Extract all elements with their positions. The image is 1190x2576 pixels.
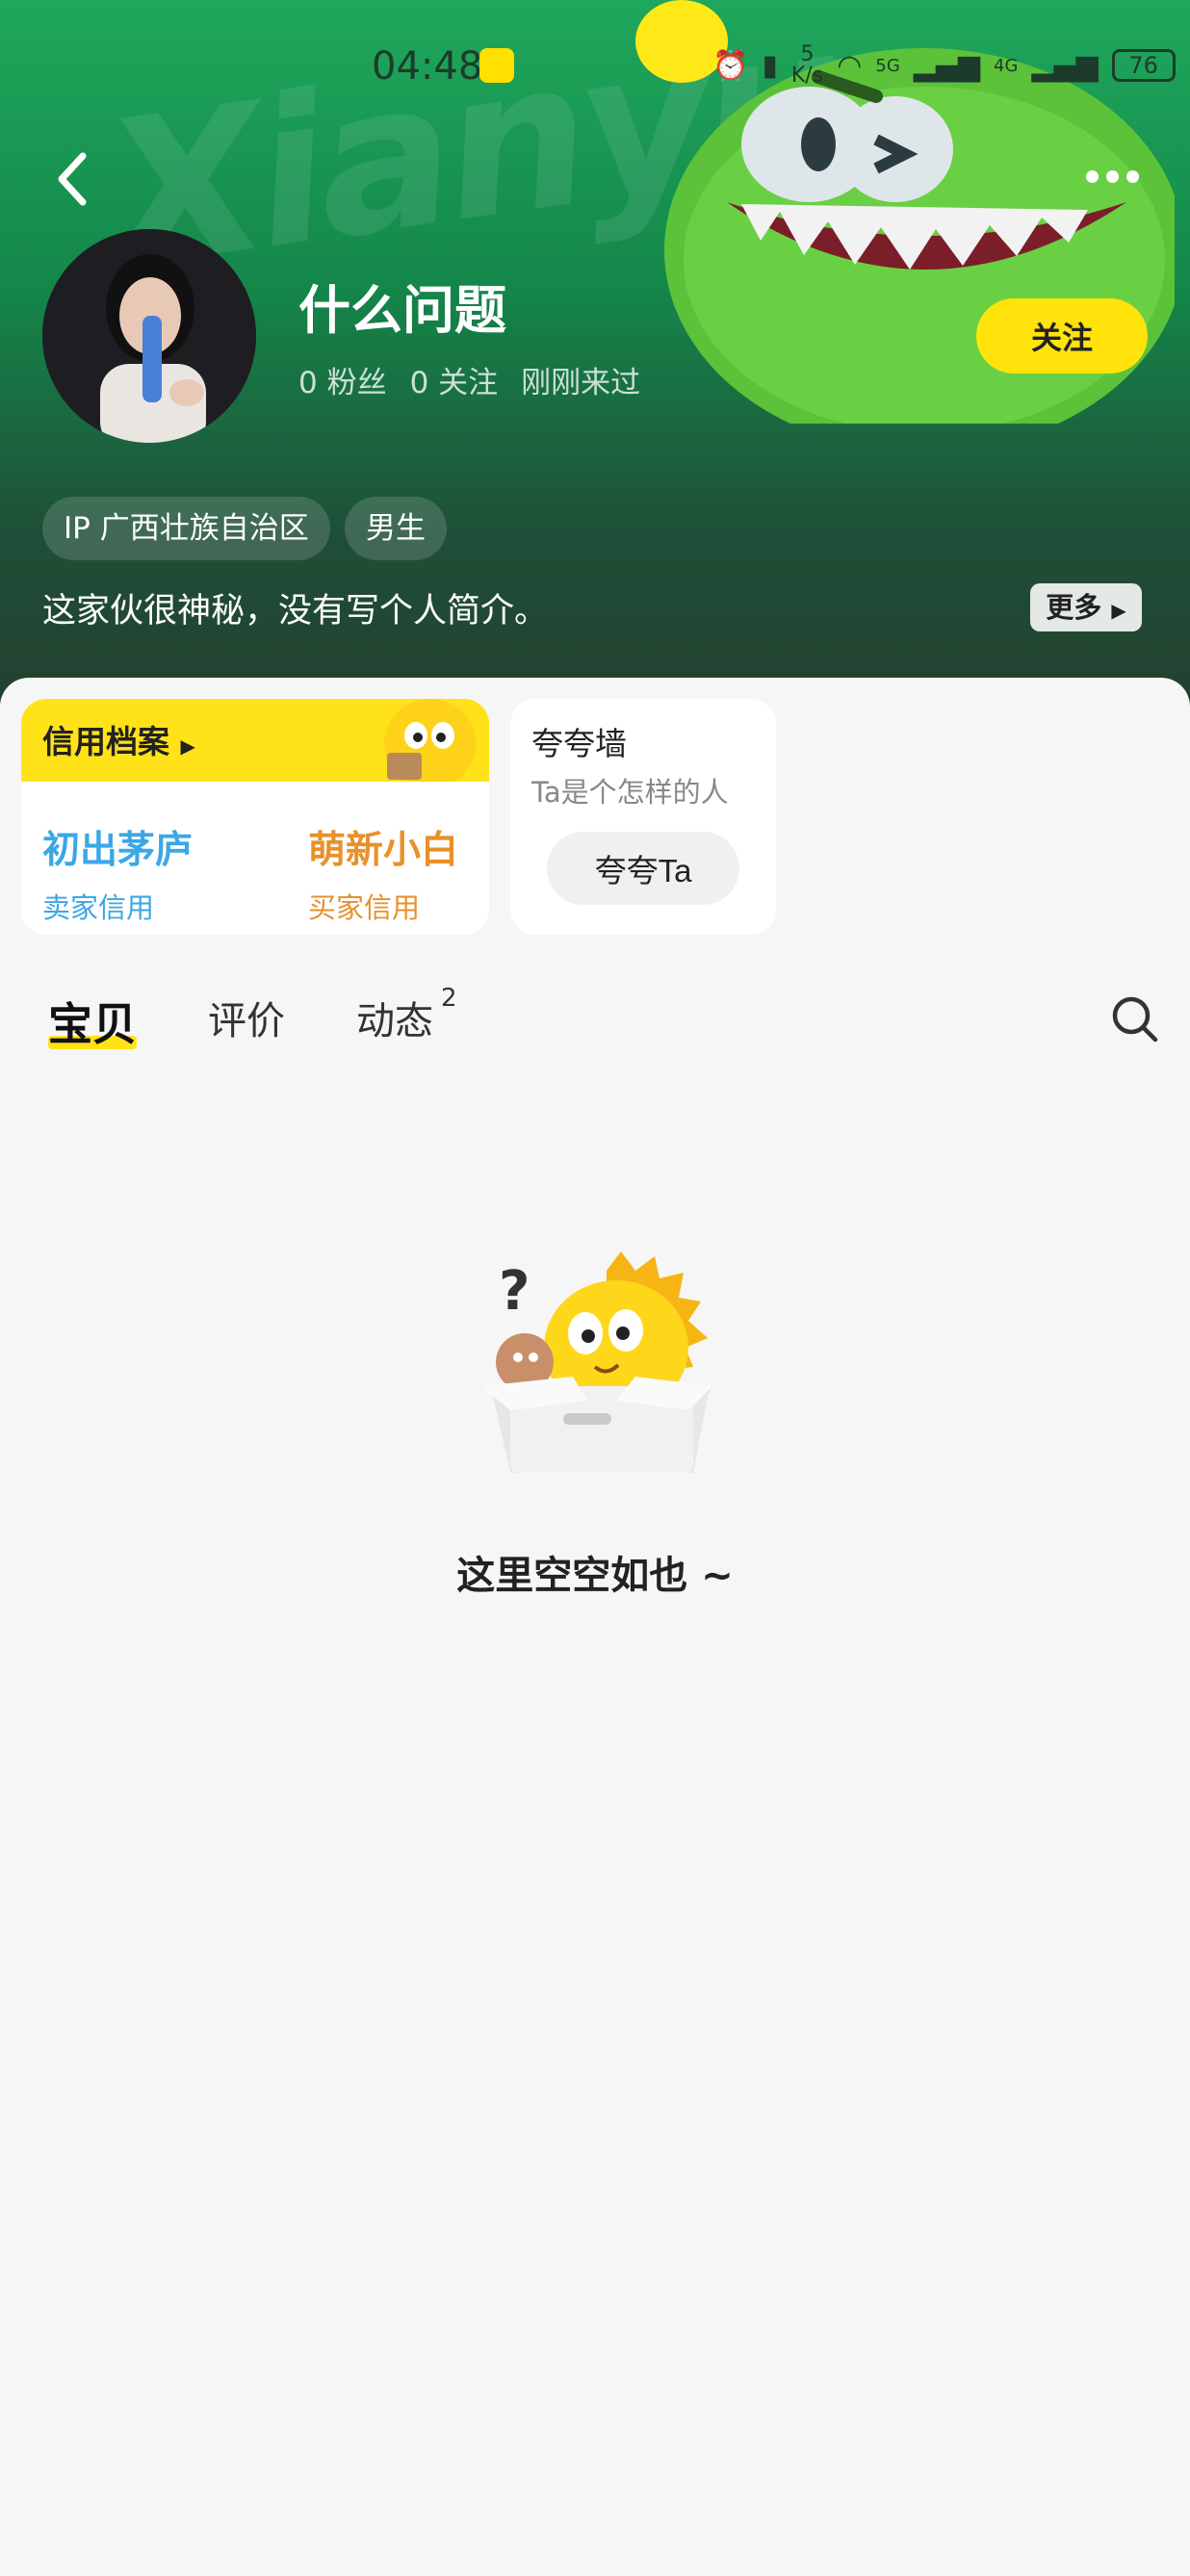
praise-wall-title: 夸夸墙 <box>531 725 627 762</box>
svg-text:?: ? <box>499 1260 530 1323</box>
buyer-credit-level: 萌新小白 <box>308 829 459 872</box>
empty-box-mascot-icon: ? <box>481 1251 712 1473</box>
app-notification-icon <box>479 48 514 83</box>
praise-wall-subtitle: Ta是个怎样的人 <box>531 776 729 809</box>
seller-credit-level: 初出茅庐 <box>42 829 194 872</box>
caret-right-icon: ▶ <box>180 734 195 758</box>
network-5g: 5G <box>875 55 900 76</box>
battery-indicator: 76 <box>1111 49 1176 82</box>
net-speed: 5 K/s <box>790 42 824 88</box>
search-button[interactable] <box>1109 993 1159 1043</box>
last-seen: 刚刚来过 <box>521 366 641 400</box>
dot-icon <box>1126 169 1139 183</box>
praise-button[interactable]: 夸夸Ta <box>547 832 739 905</box>
gender-tag: 男生 <box>345 497 447 560</box>
seller-credit-label: 卖家信用 <box>42 891 155 924</box>
signal-icon: ▂▄▆ <box>913 48 980 83</box>
avatar-image <box>42 229 256 443</box>
search-icon <box>1112 996 1158 1043</box>
chevron-left-icon <box>58 152 87 206</box>
avatar[interactable] <box>42 229 256 443</box>
dot-icon <box>1086 169 1099 183</box>
credit-profile-card[interactable]: 信用档案 ▶ 初出茅庐 卖家信用 萌新小白 买家信用 <box>21 699 489 935</box>
caret-right-icon: ▶ <box>1111 599 1126 622</box>
bio-text: 这家伙很神秘，没有写个人简介。 <box>42 592 549 631</box>
vibrate-icon: ▮ <box>762 48 778 83</box>
back-button[interactable] <box>48 144 106 212</box>
followers-count[interactable]: 0 粉丝 <box>298 358 387 401</box>
buyer-credit-label: 买家信用 <box>308 891 421 924</box>
status-time: 04:48 <box>372 44 483 89</box>
username: 什么问题 <box>298 280 506 341</box>
tab-reviews[interactable]: 评价 <box>208 990 285 1045</box>
more-bio-button[interactable]: 更多 ▶ <box>1030 583 1142 631</box>
content-panel: 信用档案 ▶ 初出茅庐 卖家信用 萌新小白 买家信用 夸夸墙 Ta是个怎样的人 … <box>0 678 1190 2576</box>
dot-icon <box>1106 169 1119 183</box>
status-indicators: ⏰ ▮ 5 K/s ◠ 5G ▂▄▆ 4G ▂▄▆ 76 <box>712 44 1176 87</box>
mascot-icon <box>384 699 477 787</box>
tab-feed[interactable]: 动态 <box>356 990 433 1045</box>
network-4g: 4G <box>994 55 1019 76</box>
alarm-icon: ⏰ <box>712 48 749 83</box>
empty-state-text: 这里空空如也 ~ <box>456 1554 734 1598</box>
more-bio-label: 更多 <box>1046 591 1102 624</box>
signal-icon-2: ▂▄▆ <box>1031 48 1099 83</box>
status-bar: 04:48 ⏰ ▮ 5 K/s ◠ 5G ▂▄▆ 4G ▂▄▆ 76 <box>0 39 1190 96</box>
credit-title: 信用档案 ▶ <box>42 716 195 762</box>
tab-goods[interactable]: 宝贝 <box>48 990 137 1053</box>
feed-count-badge: 2 <box>441 984 457 1013</box>
profile-tabs: 宝贝 评价 动态 2 <box>0 963 1190 1059</box>
praise-wall-card[interactable]: 夸夸墙 Ta是个怎样的人 夸夸Ta <box>510 699 776 935</box>
credit-title-label: 信用档案 <box>42 723 169 760</box>
more-options-button[interactable] <box>1086 162 1144 191</box>
follow-button[interactable]: 关注 <box>976 298 1148 374</box>
profile-stats: 0 粉丝 0 关注 刚刚来过 <box>298 358 640 401</box>
ip-location-tag: IP 广西壮族自治区 <box>42 497 330 560</box>
wifi-icon: ◠ <box>837 48 863 83</box>
following-count[interactable]: 0 关注 <box>410 358 499 401</box>
